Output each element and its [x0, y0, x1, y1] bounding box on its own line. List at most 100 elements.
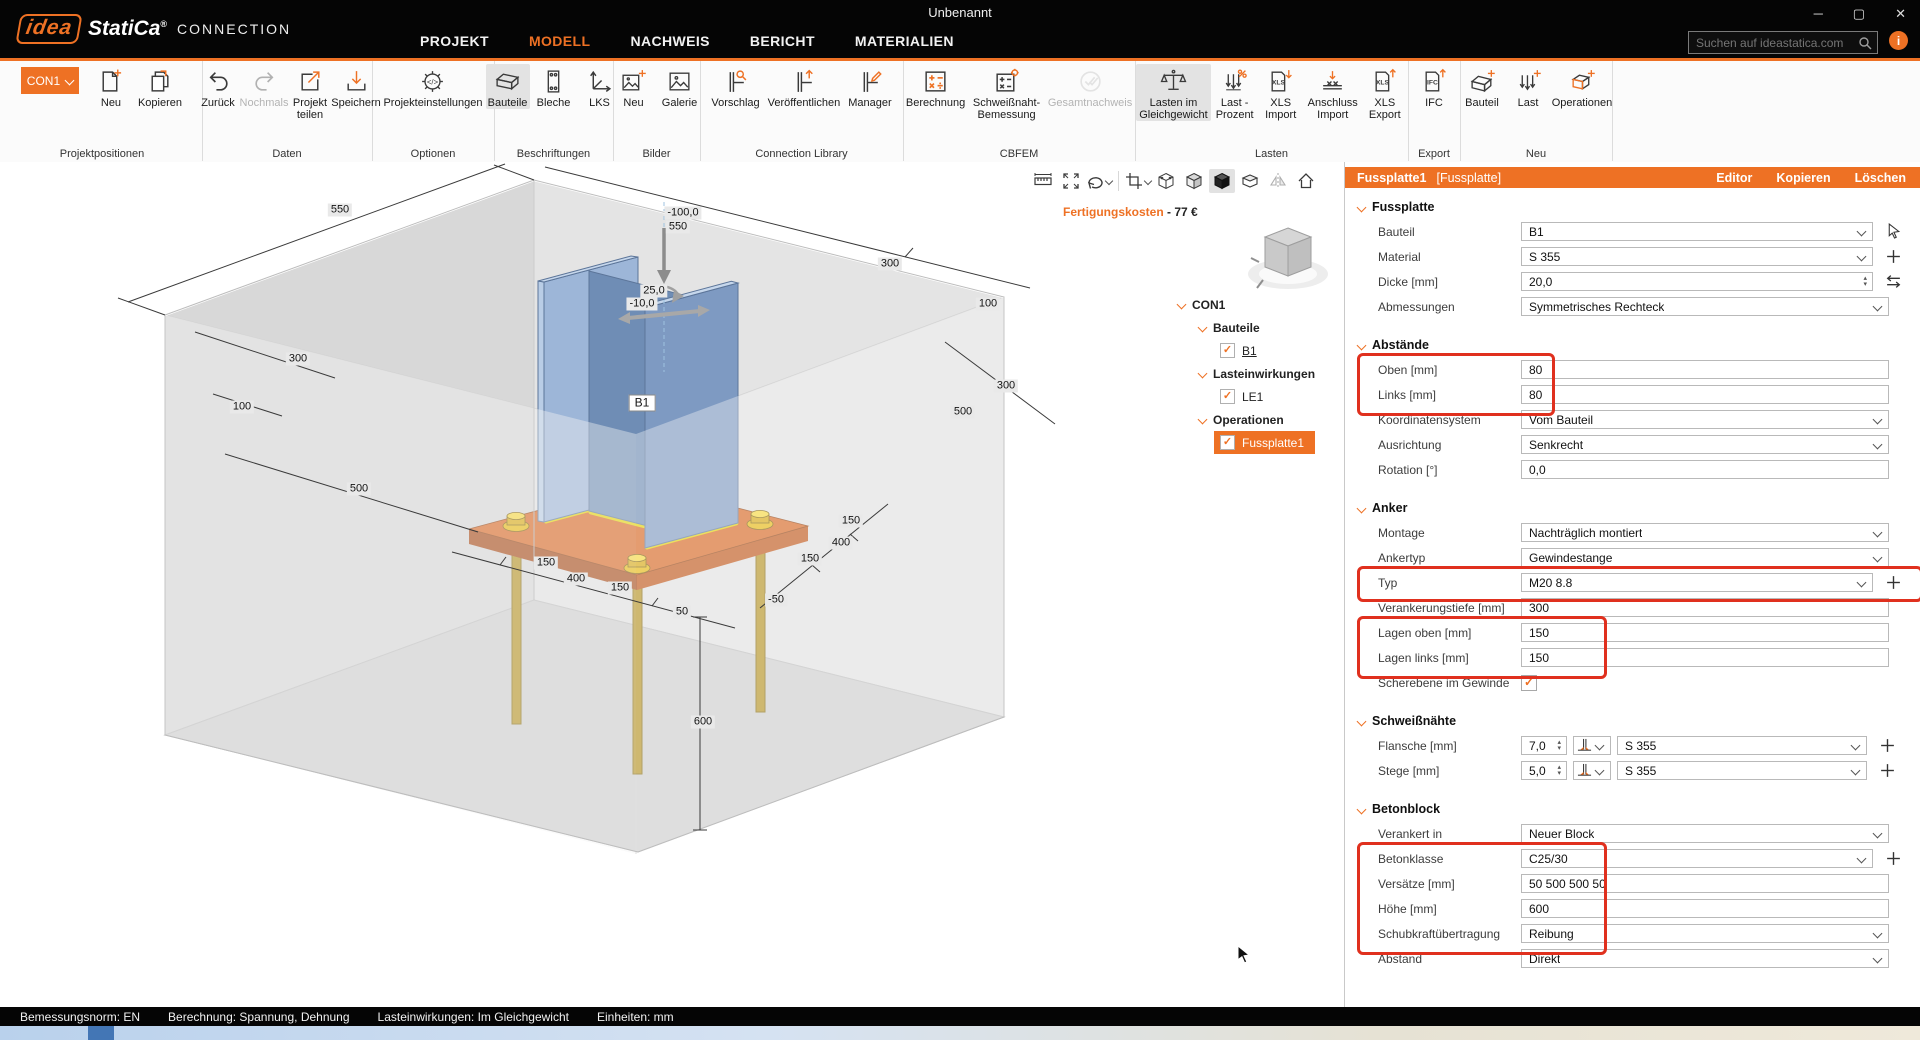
plus-button[interactable] — [1881, 248, 1905, 265]
viewport-tool-cube-shade[interactable] — [1181, 169, 1207, 193]
search-box[interactable] — [1688, 31, 1878, 54]
input-höhe-mm[interactable]: 600 — [1521, 899, 1889, 918]
dropdown-abstand[interactable]: Direkt — [1521, 949, 1889, 968]
panel-action-kopieren[interactable]: Kopieren — [1776, 171, 1830, 185]
tree-item-le1[interactable]: ✓LE1 — [1178, 385, 1315, 408]
viewport-tool-cube-solid[interactable] — [1209, 169, 1235, 193]
ribbon-button-kopieren[interactable]: Kopieren — [135, 64, 185, 109]
ribbon-button-berechnung[interactable]: Berechnung — [903, 64, 968, 109]
plus-button[interactable] — [1875, 762, 1899, 779]
menu-tab-projekt[interactable]: PROJEKT — [420, 33, 489, 49]
spinner-arrows-icon[interactable]: ▴▾ — [1863, 276, 1870, 288]
dropdown-koordinatensystem[interactable]: Vom Bauteil — [1521, 410, 1889, 429]
ribbon-button-bleche[interactable]: Bleche — [532, 64, 576, 109]
ribbon-button-neu[interactable]: Neu — [89, 64, 133, 109]
search-input[interactable] — [1694, 35, 1858, 51]
checkbox-scherebene-im-gewinde[interactable]: ✓ — [1521, 675, 1537, 691]
dropdown-montage[interactable]: Nachträglich montiert — [1521, 523, 1889, 542]
menu-tab-materialien[interactable]: MATERIALIEN — [855, 33, 954, 49]
ribbon-button-projekt-teilen[interactable]: Projekt teilen — [288, 64, 332, 121]
ribbon-button-projekteinstellungen[interactable]: </>Projekteinstellungen — [380, 64, 485, 109]
section-header[interactable]: Schweißnähte — [1345, 709, 1920, 733]
maximize-button[interactable]: ▢ — [1853, 6, 1865, 22]
tree-item-lasteinwirkungen[interactable]: Lasteinwirkungen — [1178, 362, 1315, 385]
tree-item-fussplatte1[interactable]: ✓Fussplatte1 — [1214, 431, 1315, 454]
checkbox-checked-icon[interactable]: ✓ — [1220, 389, 1235, 404]
connection-selector[interactable]: CON1 — [21, 67, 79, 94]
input-links-mm[interactable]: 80 — [1521, 385, 1889, 404]
ribbon-button-zurück[interactable]: Zurück — [196, 64, 240, 109]
panel-action-editor[interactable]: Editor — [1716, 171, 1752, 185]
tree-item-operationen[interactable]: Operationen — [1178, 408, 1315, 431]
weld-type-dropdown[interactable] — [1573, 736, 1611, 755]
dropdown-betonklasse[interactable]: C25/30 — [1521, 849, 1873, 868]
weld-type-dropdown[interactable] — [1573, 761, 1611, 780]
viewport-tool-cube-wire[interactable] — [1153, 169, 1179, 193]
swap-button[interactable] — [1881, 273, 1905, 290]
viewport-tool-home[interactable] — [1293, 169, 1319, 193]
input-rotation[interactable]: 0,0 — [1521, 460, 1889, 479]
ribbon-button-xls-export[interactable]: XLSXLS Export — [1363, 64, 1407, 121]
ribbon-button-last-prozent[interactable]: Last - Prozent — [1213, 64, 1257, 121]
dropdown-ausrichtung[interactable]: Senkrecht — [1521, 435, 1889, 454]
3d-viewport[interactable]: Fertigungskosten - 77 € CON1Bauteile✓B1L… — [0, 162, 1345, 1007]
ribbon-button-schweißnaht-bemessung[interactable]: Schweißnaht- Bemessung — [970, 64, 1043, 121]
ribbon-button-veröffentlichen[interactable]: Veröffentlichen — [765, 64, 844, 109]
tree-item-bauteile[interactable]: Bauteile — [1178, 316, 1315, 339]
close-button[interactable]: ✕ — [1895, 6, 1906, 22]
dropdown-weld-material[interactable]: S 355 — [1617, 736, 1867, 755]
ribbon-button-manager[interactable]: Manager — [845, 64, 894, 109]
dropdown-material[interactable]: S 355 — [1521, 247, 1873, 266]
input-lagen-links-mm[interactable]: 150 — [1521, 648, 1889, 667]
plus-button[interactable] — [1881, 850, 1905, 867]
panel-action-löschen[interactable]: Löschen — [1855, 171, 1906, 185]
info-icon[interactable]: i — [1889, 31, 1908, 50]
minimize-button[interactable]: ─ — [1814, 6, 1823, 22]
menu-tab-bericht[interactable]: BERICHT — [750, 33, 815, 49]
dropdown-schubkraftübertragung[interactable]: Reibung — [1521, 924, 1889, 943]
dropdown-weld-material[interactable]: S 355 — [1617, 761, 1867, 780]
section-header[interactable]: Abstände — [1345, 333, 1920, 357]
spinner-arrows-icon[interactable]: ▴▾ — [1557, 765, 1564, 777]
ribbon-button-vorschlag[interactable]: Vorschlag — [708, 64, 762, 109]
spinner-arrows-icon[interactable]: ▴▾ — [1557, 740, 1564, 752]
ribbon-button-lasten-im-gleichgewicht[interactable]: Lasten im Gleichgewicht — [1136, 64, 1210, 121]
tree-item-con1[interactable]: CON1 — [1178, 293, 1315, 316]
dropdown-typ[interactable]: M20 8.8 — [1521, 573, 1873, 592]
dropdown-verankert-in[interactable]: Neuer Block — [1521, 824, 1889, 843]
section-header[interactable]: Betonblock — [1345, 797, 1920, 821]
cursor-select-button[interactable] — [1881, 223, 1905, 240]
spinner-stege-mm[interactable]: 5,0▴▾ — [1521, 761, 1567, 780]
viewport-tool-cube-clear[interactable] — [1237, 169, 1263, 193]
dropdown-abmessungen[interactable]: Symmetrisches Rechteck — [1521, 297, 1889, 316]
menu-tab-modell[interactable]: MODELL — [529, 33, 591, 49]
ribbon-button-ifc[interactable]: IFCIFC — [1412, 64, 1456, 109]
tree-item-b1[interactable]: ✓B1 — [1178, 339, 1315, 362]
checkbox-checked-icon[interactable]: ✓ — [1220, 343, 1235, 358]
spinner-dicke-mm[interactable]: 20,0▴▾ — [1521, 272, 1873, 291]
ribbon-button-last[interactable]: Last — [1506, 64, 1550, 109]
viewport-tool-fit[interactable] — [1058, 169, 1084, 193]
plus-button[interactable] — [1881, 574, 1905, 591]
plus-button[interactable] — [1875, 737, 1899, 754]
input-oben-mm[interactable]: 80 — [1521, 360, 1889, 379]
ribbon-button-neu[interactable]: Neu — [612, 64, 656, 109]
viewport-tool-crop[interactable] — [1125, 169, 1151, 193]
dropdown-ankertyp[interactable]: Gewindestange — [1521, 548, 1889, 567]
section-header[interactable]: Fussplatte — [1345, 195, 1920, 219]
checkbox-checked-icon[interactable]: ✓ — [1220, 435, 1235, 450]
ribbon-button-bauteile[interactable]: Bauteile — [486, 64, 530, 109]
ribbon-button-xls-import[interactable]: XLSXLS Import — [1259, 64, 1303, 121]
section-header[interactable]: Anker — [1345, 496, 1920, 520]
input-lagen-oben-mm[interactable]: 150 — [1521, 623, 1889, 642]
viewport-tool-rotate[interactable] — [1086, 169, 1112, 193]
ribbon-button-bauteil[interactable]: Bauteil — [1460, 64, 1504, 109]
ribbon-button-anschluss-import[interactable]: Anschluss Import — [1305, 64, 1361, 121]
dropdown-bauteil[interactable]: B1 — [1521, 222, 1873, 241]
viewport-tool-ruler[interactable] — [1030, 169, 1056, 193]
menu-tab-nachweis[interactable]: NACHWEIS — [630, 33, 709, 49]
spinner-flansche-mm[interactable]: 7,0▴▾ — [1521, 736, 1567, 755]
ribbon-button-galerie[interactable]: Galerie — [658, 64, 702, 109]
input-versätze-mm[interactable]: 50 500 500 50 — [1521, 874, 1889, 893]
input-verankerungstiefe-mm[interactable]: 300 — [1521, 598, 1889, 617]
